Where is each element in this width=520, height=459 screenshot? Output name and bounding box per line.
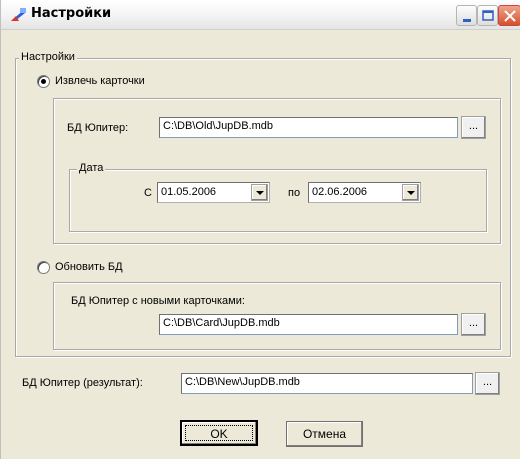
date-from-label: С xyxy=(144,187,152,199)
cancel-button-label: Отмена xyxy=(302,427,347,441)
date-to-picker[interactable]: 02.06.2006 xyxy=(308,182,421,203)
db-label: БД Юпитер: xyxy=(67,122,129,134)
minimize-icon xyxy=(463,19,471,22)
cards-db-label: БД Юпитер с новыми карточками: xyxy=(71,295,245,307)
maximize-icon xyxy=(482,10,494,21)
date-from-value: 01.05.2006 xyxy=(161,186,217,198)
app-icon xyxy=(9,7,27,23)
date-from-dropdown-button[interactable] xyxy=(251,184,268,201)
window-title: Настройки xyxy=(31,6,112,21)
ok-button[interactable]: OK xyxy=(180,420,258,446)
close-button[interactable] xyxy=(498,5,520,26)
cards-db-browse-button[interactable]: ... xyxy=(461,313,486,336)
cards-db-path-input[interactable]: C:\DB\Card\JupDB.mdb xyxy=(159,314,458,335)
update-radio[interactable] xyxy=(37,261,50,274)
db-path-input[interactable]: C:\DB\Old\JupDB.mdb xyxy=(159,117,458,138)
result-db-label: БД Юпитер (результат): xyxy=(22,377,143,389)
update-radio-label[interactable]: Обновить БД xyxy=(55,261,123,273)
radio-selected-dot xyxy=(41,79,46,84)
date-to-label: по xyxy=(288,187,301,199)
date-to-value: 02.06.2006 xyxy=(312,186,368,198)
title-bar[interactable]: Настройки xyxy=(1,0,520,30)
result-db-path-input[interactable]: C:\DB\New\JupDB.mdb xyxy=(181,373,473,394)
minimize-button[interactable] xyxy=(456,5,477,26)
result-db-browse-button[interactable]: ... xyxy=(475,372,500,395)
chevron-down-icon xyxy=(256,191,264,195)
settings-window: Настройки Настройки Извлечь карточки БД … xyxy=(0,0,520,459)
db-browse-button[interactable]: ... xyxy=(461,116,486,139)
chevron-down-icon xyxy=(407,191,415,195)
maximize-button[interactable] xyxy=(477,5,498,26)
cancel-button[interactable]: Отмена xyxy=(286,421,363,447)
extract-radio-label[interactable]: Извлечь карточки xyxy=(55,75,145,87)
focus-rect xyxy=(185,425,253,441)
date-group xyxy=(69,169,487,232)
extract-radio[interactable] xyxy=(37,75,50,88)
settings-group-title: Настройки xyxy=(19,51,77,63)
date-from-picker[interactable]: 01.05.2006 xyxy=(157,182,270,203)
date-group-title: Дата xyxy=(77,162,106,174)
date-to-dropdown-button[interactable] xyxy=(402,184,419,201)
close-icon xyxy=(504,10,516,22)
